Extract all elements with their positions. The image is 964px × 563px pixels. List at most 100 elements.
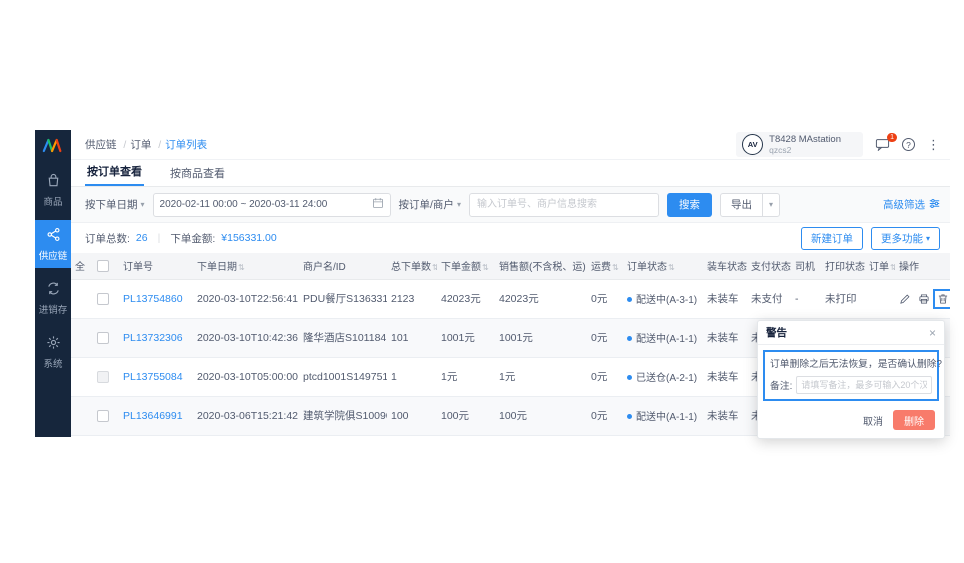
- order-amount-label: 下单金额:: [170, 231, 215, 246]
- col-amount[interactable]: 下单金额⇅: [437, 253, 495, 279]
- chevron-down-icon: ▾: [141, 200, 145, 209]
- advanced-filter-link[interactable]: 高级筛选: [883, 197, 940, 212]
- filter-bar: 按下单日期 ▾ 2020-02-11 00:00 ~ 2020-03-11 24…: [71, 187, 950, 223]
- cancel-button[interactable]: 取消: [863, 413, 883, 428]
- col-order-status[interactable]: 订单状态⇅: [623, 253, 703, 279]
- note-input[interactable]: [796, 376, 932, 394]
- tab-product-view[interactable]: 按商品查看: [168, 160, 227, 186]
- sort-icon: ⇅: [238, 263, 245, 272]
- cell-sales: 1001元: [495, 318, 587, 357]
- cell-load: 未装车: [703, 279, 747, 318]
- delete-confirm-dialog: 警告 × 订单删除之后无法恢复，是否确认删除? 备注: 取消 删除: [757, 320, 945, 439]
- col-actions: 操作: [895, 253, 950, 279]
- confirm-delete-button[interactable]: 删除: [893, 410, 935, 430]
- supply-chain-icon: [46, 227, 61, 248]
- col-merchant[interactable]: 商户名/ID: [299, 253, 387, 279]
- col-order-no[interactable]: 订单号: [119, 253, 193, 279]
- top-header: 供应链 订单 订单列表 AV T8428 MAstation qzcs2 1: [71, 130, 950, 160]
- calendar-icon: [372, 197, 384, 212]
- col-load-status[interactable]: 装车状态⇅: [703, 253, 747, 279]
- select-all-checkbox[interactable]: [97, 260, 109, 272]
- app-window: 商品 供应链 进销存 系统 供应链 订单 订单列表: [35, 130, 950, 437]
- sidebar-item-inventory[interactable]: 进销存: [35, 274, 71, 322]
- cell-pay: 未支付: [747, 279, 791, 318]
- row-checkbox[interactable]: [97, 332, 109, 344]
- select-all-label: 全: [71, 253, 93, 279]
- cell-date: 2020-03-10T22:56:41: [193, 279, 299, 318]
- cell-date: 2020-03-10T10:42:36: [193, 318, 299, 357]
- help-icon[interactable]: ?: [902, 138, 915, 151]
- cell-sales: 1元: [495, 357, 587, 396]
- message-icon[interactable]: 1: [875, 138, 890, 151]
- breadcrumb-item[interactable]: 供应链: [85, 137, 126, 152]
- edit-icon[interactable]: [899, 293, 911, 305]
- sidebar-item-label: 系统: [43, 356, 62, 370]
- order-total-value: 26: [136, 232, 148, 244]
- app-logo-icon: [42, 138, 64, 156]
- date-range-input[interactable]: 2020-02-11 00:00 ~ 2020-03-11 24:00: [153, 193, 391, 217]
- cell-load: 未装车: [703, 318, 747, 357]
- dialog-title: 警告: [766, 325, 787, 340]
- chevron-down-icon[interactable]: ▾: [762, 194, 779, 216]
- notification-badge: 1: [887, 133, 897, 142]
- close-icon[interactable]: ×: [929, 327, 936, 339]
- sidebar: 商品 供应链 进销存 系统: [35, 130, 71, 437]
- col-driver[interactable]: 司机: [791, 253, 821, 279]
- sort-icon: ⇅: [482, 263, 489, 272]
- search-field-select[interactable]: 按订单/商户 ▾: [399, 197, 461, 212]
- sidebar-item-label: 供应链: [39, 248, 68, 262]
- status-dot: [627, 375, 632, 380]
- cell-sales: 100元: [495, 396, 587, 435]
- gear-icon: [46, 335, 61, 356]
- sort-icon: ⇅: [668, 263, 675, 272]
- col-order-extra[interactable]: 订单⇅: [865, 253, 895, 279]
- cell-load: 未装车: [703, 396, 747, 435]
- delete-icon[interactable]: [937, 293, 949, 305]
- cell-checkbox: [93, 357, 119, 396]
- cell-print: 未打印: [821, 279, 865, 318]
- sidebar-item-supply-chain[interactable]: 供应链: [35, 220, 71, 268]
- row-checkbox[interactable]: [97, 293, 109, 305]
- col-pay-status[interactable]: 支付状态⇅: [747, 253, 791, 279]
- sliders-icon: [929, 198, 940, 212]
- order-link[interactable]: PL13755084: [123, 371, 183, 383]
- order-link[interactable]: PL13646991: [123, 410, 183, 422]
- cell-status: 配送中(A-3-1): [623, 279, 703, 318]
- breadcrumb-item[interactable]: 订单: [130, 137, 161, 152]
- print-icon[interactable]: [918, 293, 930, 305]
- cell-driver: -: [791, 279, 821, 318]
- chevron-down-icon: ▾: [457, 200, 461, 209]
- cell-sel: [71, 357, 93, 396]
- search-input[interactable]: [469, 193, 659, 217]
- user-menu[interactable]: AV T8428 MAstation qzcs2: [736, 132, 863, 157]
- cell-status: 配送中(A-1-1): [623, 396, 703, 435]
- col-sales[interactable]: 销售额(不含税、运)⇅: [495, 253, 587, 279]
- sidebar-item-system[interactable]: 系统: [35, 328, 71, 376]
- table-row: PL13754860 2020-03-10T22:56:41 PDU餐厅S136…: [71, 279, 950, 318]
- sidebar-item-goods[interactable]: 商品: [35, 166, 71, 214]
- row-checkbox[interactable]: [97, 410, 109, 422]
- export-button[interactable]: 导出 ▾: [720, 193, 780, 217]
- order-link[interactable]: PL13732306: [123, 332, 183, 344]
- sidebar-item-label: 商品: [43, 194, 62, 208]
- sort-icon: ⇅: [432, 263, 437, 272]
- cell-qty: 101: [387, 318, 437, 357]
- tab-order-view[interactable]: 按订单查看: [85, 158, 144, 186]
- col-print-status[interactable]: 打印状态⇅: [821, 253, 865, 279]
- chevron-down-icon: ▾: [926, 234, 930, 243]
- cell-date: 2020-03-06T15:21:42: [193, 396, 299, 435]
- cell-date: 2020-03-10T05:00:00: [193, 357, 299, 396]
- cell-order-no: PL13646991: [119, 396, 193, 435]
- col-qty[interactable]: 总下单数⇅: [387, 253, 437, 279]
- col-order-date[interactable]: 下单日期⇅: [193, 253, 299, 279]
- more-functions-button[interactable]: 更多功能▾: [871, 227, 940, 250]
- date-field-select[interactable]: 按下单日期 ▾: [85, 197, 145, 212]
- cell-freight: 0元: [587, 279, 623, 318]
- cell-sel: [71, 279, 93, 318]
- order-link[interactable]: PL13754860: [123, 293, 183, 305]
- col-freight[interactable]: 运费⇅: [587, 253, 623, 279]
- new-order-button[interactable]: 新建订单: [801, 227, 863, 250]
- search-button[interactable]: 搜索: [667, 193, 712, 217]
- cell-checkbox: [93, 279, 119, 318]
- more-icon[interactable]: ⋮: [927, 138, 940, 151]
